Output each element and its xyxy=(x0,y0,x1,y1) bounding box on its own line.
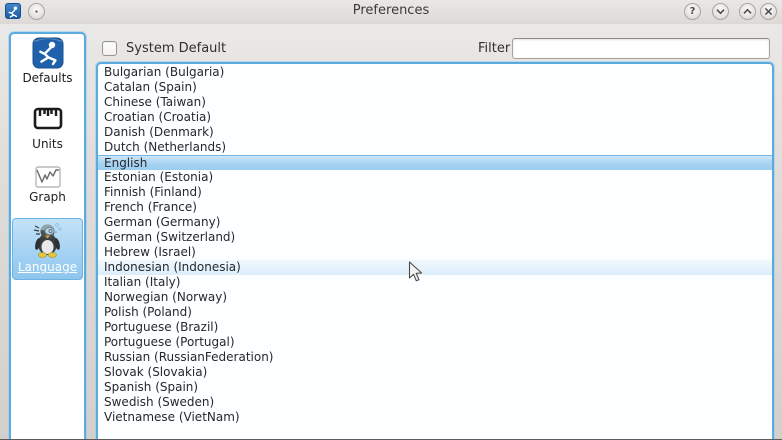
list-item[interactable]: German (Switzerland) xyxy=(98,230,772,245)
list-item[interactable]: Slovak (Slovakia) xyxy=(98,365,772,380)
list-item[interactable]: Chinese (Taiwan) xyxy=(98,95,772,110)
list-item[interactable]: Russian (RussianFederation) xyxy=(98,350,772,365)
preferences-sidebar: Defaults Units Graph xyxy=(9,32,86,440)
list-item[interactable]: Spanish (Spain) xyxy=(98,380,772,395)
sidebar-item-label: Language xyxy=(13,260,82,274)
system-default-checkbox[interactable] xyxy=(102,41,117,56)
sidebar-item-graph[interactable]: Graph xyxy=(12,166,83,204)
list-item[interactable]: Croatian (Croatia) xyxy=(98,110,772,125)
ruler-icon xyxy=(31,101,65,135)
chevron-down-icon xyxy=(713,3,728,20)
maximize-button[interactable] xyxy=(739,3,756,20)
sidebar-item-label: Graph xyxy=(12,190,83,204)
arrow-cursor-icon xyxy=(408,261,424,283)
sidebar-item-label: Units xyxy=(12,137,83,151)
titlebar: Preferences ? xyxy=(0,0,782,24)
list-item[interactable]: Vietnamese (VietNam) xyxy=(98,410,772,425)
tux-penguin-icon xyxy=(31,220,65,258)
close-button[interactable] xyxy=(760,3,777,20)
sidebar-item-language[interactable]: Language xyxy=(12,218,83,280)
language-list[interactable]: Bulgarian (Bulgaria) Catalan (Spain) Chi… xyxy=(96,62,774,440)
close-icon xyxy=(761,3,776,20)
list-item[interactable]: Danish (Denmark) xyxy=(98,125,772,140)
list-item[interactable]: Estonian (Estonia) xyxy=(98,170,772,185)
list-item-hovered[interactable]: Indonesian (Indonesia) xyxy=(98,260,772,275)
list-item[interactable]: Portuguese (Brazil) xyxy=(98,320,772,335)
shade-button[interactable] xyxy=(712,3,729,20)
list-item[interactable]: Finnish (Finland) xyxy=(98,185,772,200)
list-item[interactable]: Dutch (Netherlands) xyxy=(98,140,772,155)
list-item[interactable]: French (France) xyxy=(98,200,772,215)
window-title: Preferences xyxy=(0,3,782,18)
system-default-label: System Default xyxy=(126,41,226,56)
sidebar-item-units[interactable]: Units xyxy=(12,101,83,151)
list-item[interactable]: German (Germany) xyxy=(98,215,772,230)
filter-label: Filter xyxy=(478,41,506,56)
list-item-selected[interactable]: English xyxy=(98,155,772,170)
diver-icon xyxy=(32,37,64,69)
sidebar-item-defaults[interactable]: Defaults xyxy=(12,37,83,85)
list-item[interactable]: Norwegian (Norway) xyxy=(98,290,772,305)
list-item[interactable]: Catalan (Spain) xyxy=(98,80,772,95)
help-icon: ? xyxy=(690,6,696,17)
list-item[interactable]: Hebrew (Israel) xyxy=(98,245,772,260)
chevron-up-icon xyxy=(740,3,755,20)
help-button[interactable]: ? xyxy=(684,3,701,20)
list-item[interactable]: Italian (Italy) xyxy=(98,275,772,290)
mouse-cursor xyxy=(408,261,424,287)
list-item[interactable]: Swedish (Sweden) xyxy=(98,395,772,410)
list-item[interactable]: Bulgarian (Bulgaria) xyxy=(98,65,772,80)
list-item[interactable]: Portuguese (Portugal) xyxy=(98,335,772,350)
dive-profile-icon xyxy=(35,166,61,188)
sidebar-item-label: Defaults xyxy=(12,71,83,85)
list-item[interactable]: Polish (Poland) xyxy=(98,305,772,320)
filter-input[interactable] xyxy=(512,38,770,59)
